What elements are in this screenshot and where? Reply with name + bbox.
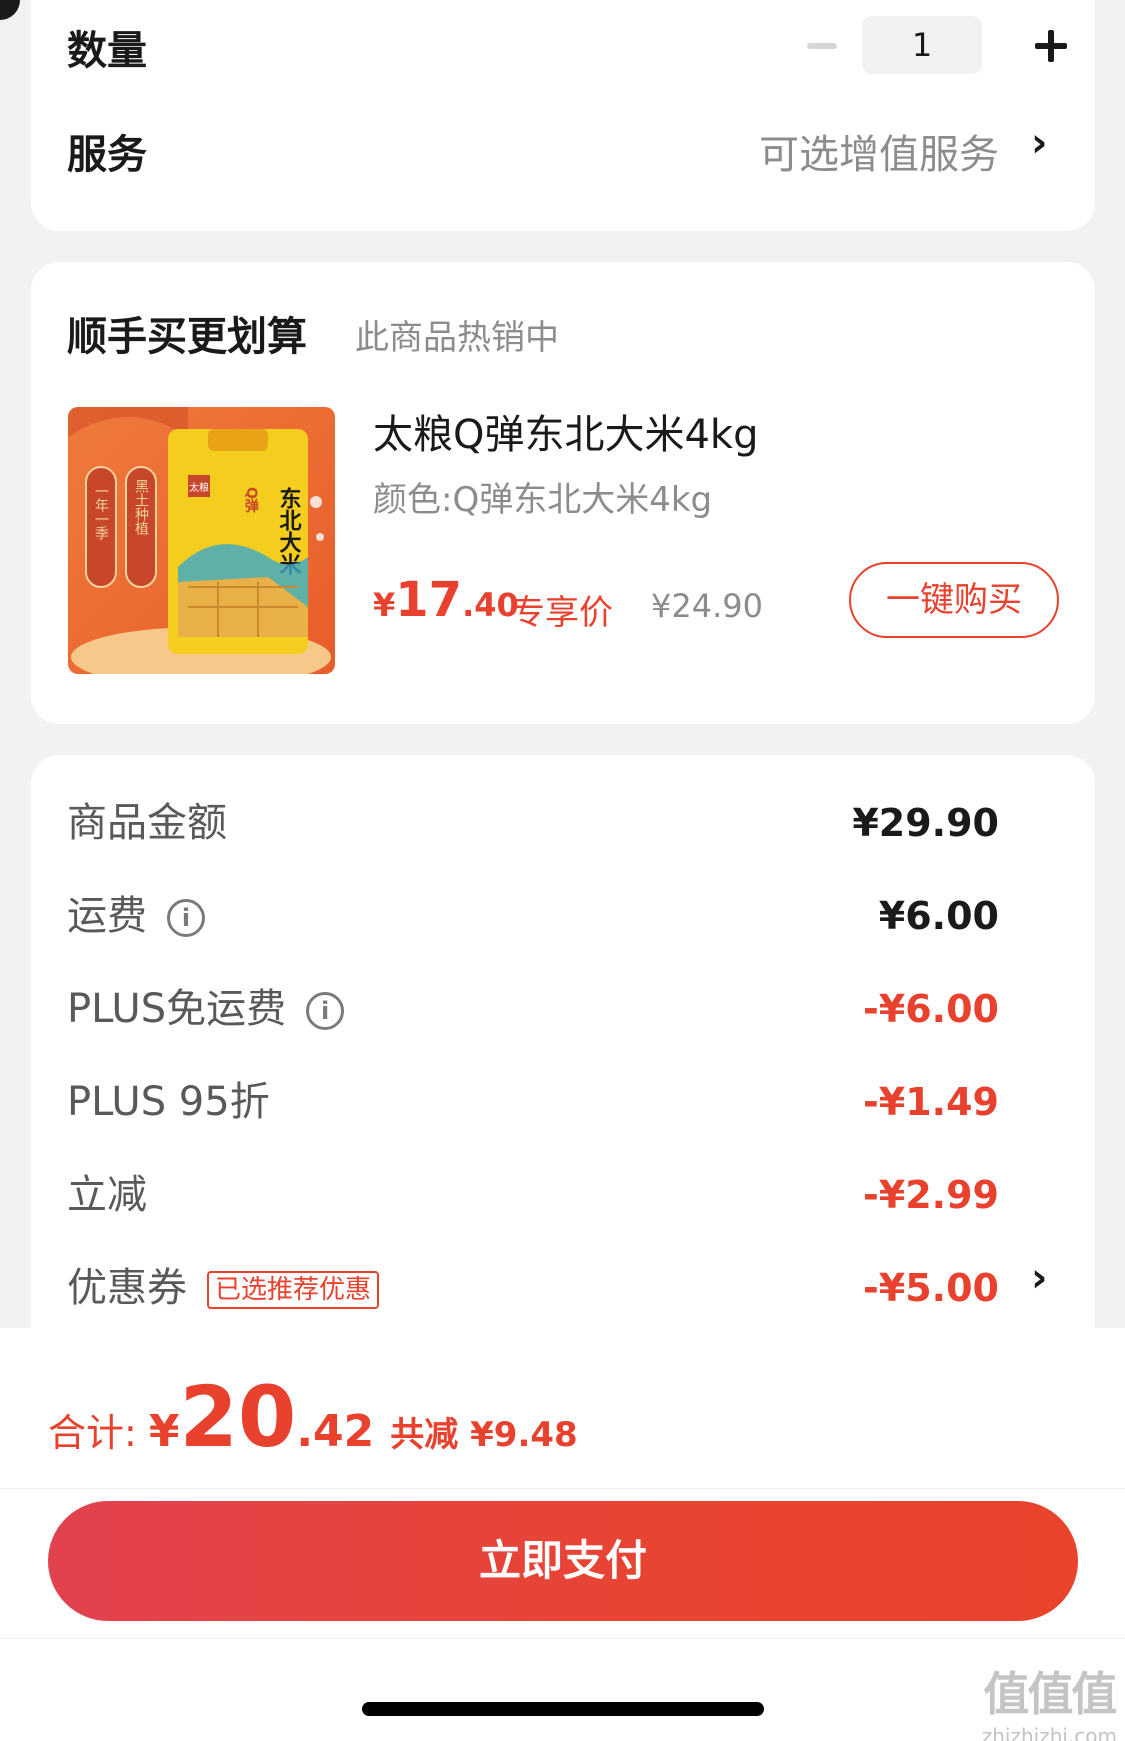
total-savings: 共减 ¥9.48 bbox=[390, 1415, 578, 1455]
price-row-plus-discount: PLUS 95折 -¥1.49 bbox=[67, 1072, 999, 1132]
total-currency: ¥ bbox=[148, 1406, 180, 1457]
watermark: 值值值 zhizhizhi.com bbox=[981, 1658, 1118, 1741]
price-row-value: ¥29.90 bbox=[852, 801, 999, 845]
coupon-label: 优惠券 bbox=[67, 1265, 187, 1311]
service-value[interactable]: 可选增值服务 bbox=[759, 122, 999, 180]
price-tag: 专享价 bbox=[511, 593, 613, 633]
price-row-label: PLUS 95折 bbox=[67, 1079, 270, 1125]
price-row-value: ¥6.00 bbox=[878, 894, 999, 938]
price-currency: ¥ bbox=[373, 586, 396, 624]
price-row-goods: 商品金额 ¥29.90 bbox=[67, 793, 999, 853]
price-row-value: -¥5.00 bbox=[863, 1266, 999, 1310]
price-row-shipping: 运费 i ¥6.00 bbox=[67, 886, 999, 946]
badge-text: Q弹 bbox=[243, 487, 259, 514]
brand-text: 太粮 bbox=[189, 481, 209, 494]
total-integer: 20 bbox=[179, 1368, 297, 1466]
divider bbox=[0, 1638, 1125, 1639]
price-integer: 17 bbox=[395, 572, 463, 628]
product-spec: 颜色:Q弹东北大米4kg bbox=[373, 480, 713, 520]
bundle-title: 顺手买更划算 bbox=[67, 314, 307, 360]
price-row-label: PLUS免运费 i bbox=[67, 979, 345, 1039]
price-summary-card: 商品金额 ¥29.90 运费 i ¥6.00 PLUS免运费 i -¥6.00 PL… bbox=[31, 755, 1095, 1355]
bundle-card: 顺手买更划算 此商品热销中 一年一季 黑土种植 太粮 东北大米 Q弹 太粮Q弹东… bbox=[31, 262, 1095, 724]
quantity-label: 数量 bbox=[67, 28, 147, 74]
price-row-label: 运费 i bbox=[67, 886, 205, 946]
price-row-value: -¥6.00 bbox=[863, 987, 999, 1031]
price-row-instant-discount: 立减 -¥2.99 bbox=[67, 1165, 999, 1225]
service-label: 服务 bbox=[67, 132, 147, 178]
left-banner-text: 一年一季 bbox=[93, 484, 109, 540]
divider bbox=[0, 1488, 1125, 1489]
total-amount: 合计: ¥20.42 共减 ¥9.48 bbox=[48, 1368, 578, 1466]
chevron-right-icon[interactable]: › bbox=[1031, 120, 1047, 166]
home-indicator[interactable] bbox=[362, 1702, 764, 1716]
rice-bag-illustration: 一年一季 黑土种植 太粮 东北大米 Q弹 bbox=[68, 407, 335, 674]
quantity-service-card: 数量 1 服务 可选增值服务 › bbox=[31, 0, 1095, 231]
info-icon[interactable]: i bbox=[306, 992, 345, 1030]
rice-title-text: 东北大米 bbox=[276, 486, 302, 575]
price-row-label: 立减 bbox=[67, 1172, 147, 1218]
product-price: ¥17.40 bbox=[373, 572, 519, 628]
watermark-logo: 值值值 bbox=[983, 1667, 1117, 1721]
total-decimal: .42 bbox=[296, 1406, 375, 1457]
info-icon[interactable]: i bbox=[167, 899, 205, 937]
coupon-tag: 已选推荐优惠 bbox=[207, 1271, 380, 1309]
total-label: 合计: bbox=[48, 1411, 137, 1455]
pay-now-button[interactable]: 立即支付 bbox=[48, 1501, 1078, 1621]
product-name[interactable]: 太粮Q弹东北大米4kg bbox=[373, 402, 759, 460]
checkout-bar: 合计: ¥20.42 共减 ¥9.48 立即支付 值值值 zhizhizhi.com bbox=[0, 1328, 1125, 1741]
price-row-value: -¥2.99 bbox=[863, 1173, 999, 1217]
price-row-coupon[interactable]: 优惠券 已选推荐优惠 -¥5.00 bbox=[67, 1258, 999, 1318]
plus-icon[interactable] bbox=[1035, 30, 1067, 62]
one-click-buy-button[interactable]: 一键购买 bbox=[849, 562, 1059, 638]
minus-icon[interactable] bbox=[807, 43, 837, 49]
price-row-label: 商品金额 bbox=[67, 800, 227, 846]
right-banner-text: 黑土种植 bbox=[133, 479, 149, 535]
screen-corner bbox=[0, 0, 20, 20]
price-row-value: -¥1.49 bbox=[863, 1080, 999, 1124]
product-image[interactable]: 一年一季 黑土种植 太粮 东北大米 Q弹 bbox=[68, 407, 335, 674]
original-price: ¥24.90 bbox=[651, 587, 763, 625]
quantity-input[interactable]: 1 bbox=[862, 16, 982, 74]
price-row-label: 优惠券 已选推荐优惠 bbox=[67, 1258, 380, 1318]
plus-free-shipping-label: PLUS免运费 bbox=[67, 986, 287, 1032]
shipping-label: 运费 bbox=[67, 893, 147, 939]
bundle-subtitle: 此商品热销中 bbox=[355, 318, 559, 358]
chevron-right-icon[interactable]: › bbox=[1031, 1255, 1047, 1301]
price-row-plus-free-shipping: PLUS免运费 i -¥6.00 bbox=[67, 979, 999, 1039]
watermark-url: zhizhizhi.com bbox=[981, 1724, 1117, 1741]
